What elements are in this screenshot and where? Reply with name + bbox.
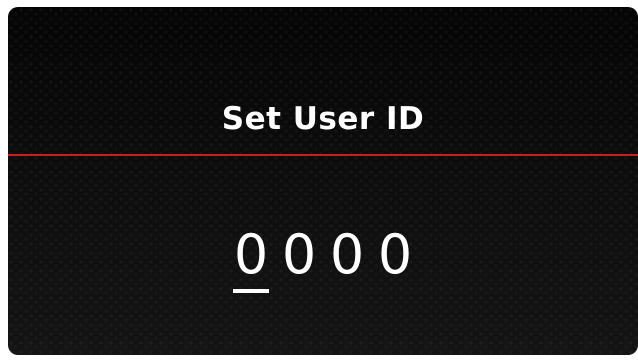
set-user-id-screen: Set User ID 0 0 0 0 [8, 7, 638, 355]
title-divider [8, 154, 638, 156]
user-id-digit-4[interactable]: 0 [376, 223, 414, 287]
user-id-digit-2[interactable]: 0 [280, 223, 318, 287]
user-id-digit-3[interactable]: 0 [328, 223, 366, 287]
user-id-digit-1[interactable]: 0 [232, 223, 270, 293]
user-id-entry: 0 0 0 0 [8, 223, 638, 293]
screen-title: Set User ID [221, 101, 425, 137]
